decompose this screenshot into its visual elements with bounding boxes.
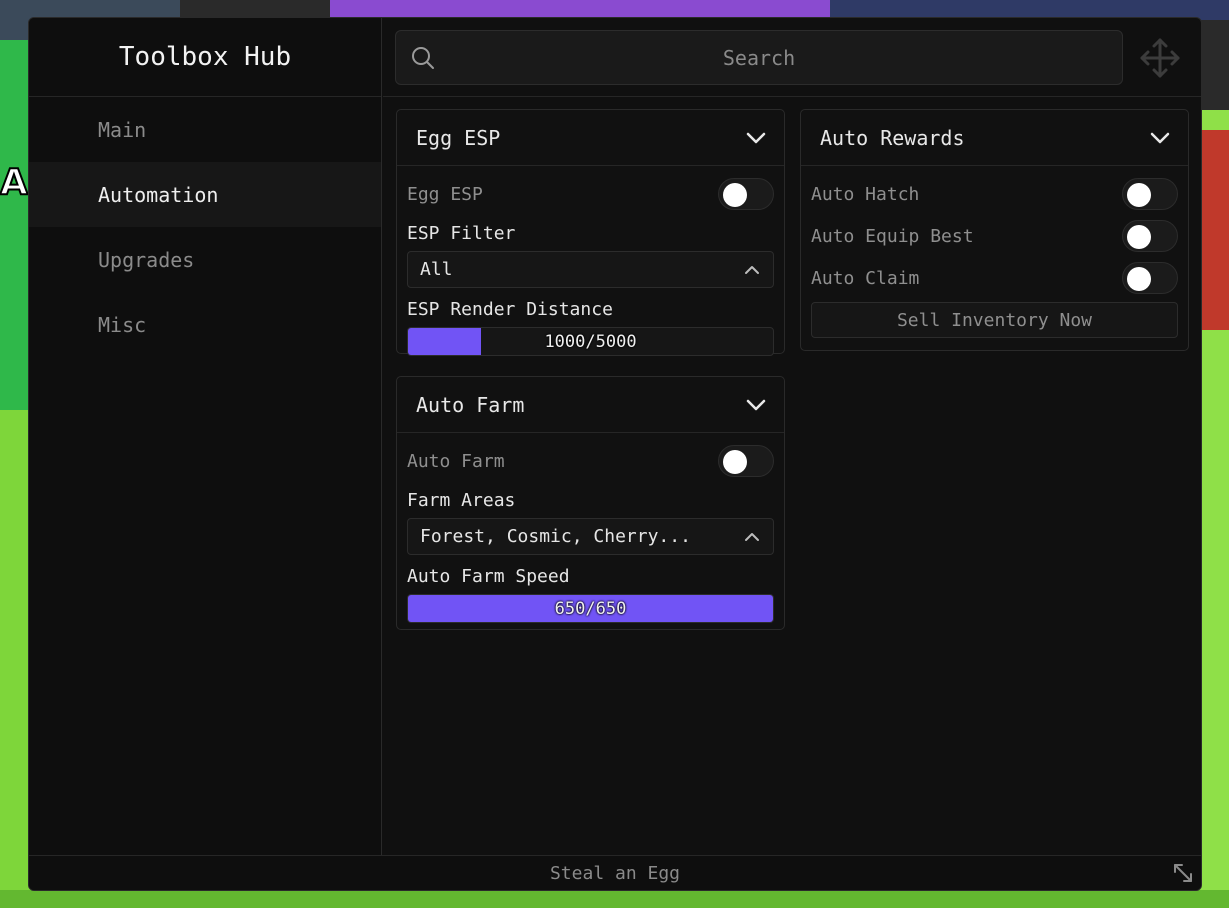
sidebar: Toolbox Hub Main Automation Upgrades Mis…: [29, 18, 382, 856]
farm-areas-dropdown[interactable]: Forest, Cosmic, Cherry...: [407, 518, 774, 555]
dropdown-value: Forest, Cosmic, Cherry...: [420, 526, 691, 547]
toggle-label: Auto Claim: [811, 267, 920, 289]
toolbox-window: Toolbox Hub Main Automation Upgrades Mis…: [28, 17, 1202, 891]
window-footer: Steal an Egg: [29, 855, 1201, 890]
chevron-down-icon: [746, 132, 766, 143]
section-title: Auto Rewards: [820, 125, 965, 150]
bg-letter: A: [0, 161, 29, 204]
auto-farm-toggle[interactable]: [718, 445, 774, 477]
chevron-up-icon: [745, 265, 759, 274]
sidebar-item-automation[interactable]: Automation: [29, 162, 381, 227]
slider-value: 1000/5000: [544, 331, 637, 352]
egg-esp-toggle-row: Egg ESP: [397, 173, 784, 215]
section-title: Egg ESP: [416, 125, 501, 150]
auto-hatch-row: Auto Hatch: [801, 173, 1188, 215]
toggle-label: Auto Hatch: [811, 183, 920, 205]
search-input[interactable]: Search: [395, 30, 1123, 85]
auto-equip-best-toggle[interactable]: [1122, 220, 1178, 252]
slider-value: 650/650: [554, 598, 627, 619]
search-placeholder: Search: [722, 45, 796, 70]
sidebar-item-main[interactable]: Main: [29, 97, 381, 162]
esp-distance-label: ESP Render Distance: [407, 298, 613, 320]
search-icon: [412, 47, 434, 69]
toggle-label: Egg ESP: [407, 183, 483, 205]
toggle-label: Auto Farm: [407, 450, 505, 472]
dropdown-value: All: [420, 259, 453, 280]
auto-hatch-toggle[interactable]: [1122, 178, 1178, 210]
egg-esp-header[interactable]: Egg ESP: [397, 110, 784, 166]
sidebar-item-misc[interactable]: Misc: [29, 292, 381, 357]
auto-farm-toggle-row: Auto Farm: [397, 440, 784, 482]
auto-equip-best-row: Auto Equip Best: [801, 215, 1188, 257]
esp-filter-label: ESP Filter: [407, 222, 516, 244]
toggle-label: Auto Equip Best: [811, 225, 974, 247]
topbar: Search: [383, 18, 1201, 97]
chevron-down-icon: [1150, 132, 1170, 143]
bg-left-green: [0, 30, 30, 410]
app-title: Toolbox Hub: [29, 18, 381, 97]
farm-speed-slider[interactable]: 650/650: [407, 594, 774, 623]
egg-esp-toggle[interactable]: [718, 178, 774, 210]
sidebar-item-upgrades[interactable]: Upgrades: [29, 227, 381, 292]
auto-claim-row: Auto Claim: [801, 257, 1188, 299]
esp-filter-dropdown[interactable]: All: [407, 251, 774, 288]
bg-bottom-strip: [0, 890, 1229, 908]
chevron-up-icon: [745, 532, 759, 541]
chevron-down-icon: [746, 399, 766, 410]
egg-esp-section: Egg ESP Egg ESP ESP Filter All ESP Rende…: [396, 109, 785, 356]
auto-rewards-section: Auto Rewards Auto Hatch Auto Equip Best …: [800, 109, 1189, 351]
farm-speed-label: Auto Farm Speed: [407, 565, 570, 587]
bg-red-block: [1200, 130, 1229, 330]
auto-farm-section: Auto Farm Auto Farm Farm Areas Forest, C…: [396, 376, 785, 630]
auto-claim-toggle[interactable]: [1122, 262, 1178, 294]
farm-areas-label: Farm Areas: [407, 489, 516, 511]
section-title: Auto Farm: [416, 392, 525, 417]
resize-icon[interactable]: [1171, 861, 1195, 885]
auto-rewards-header[interactable]: Auto Rewards: [801, 110, 1188, 166]
game-name: Steal an Egg: [549, 862, 681, 884]
esp-distance-slider[interactable]: 1000/5000: [407, 327, 774, 356]
auto-farm-header[interactable]: Auto Farm: [397, 377, 784, 433]
move-icon[interactable]: [1138, 36, 1182, 80]
sell-inventory-button[interactable]: Sell Inventory Now: [811, 302, 1178, 338]
